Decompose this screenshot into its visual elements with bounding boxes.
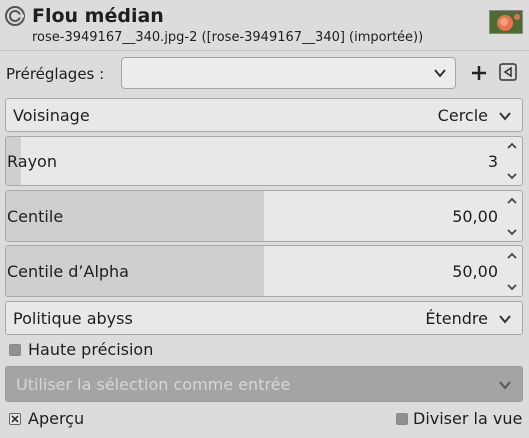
abyss-policy-combo[interactable]: Politique abyss Étendre [5,301,523,335]
image-thumbnail [489,10,523,34]
selection-input-combo[interactable]: Utiliser la sélection comme entrée [5,366,523,402]
chevron-down-icon[interactable] [506,171,518,181]
preview-checkbox[interactable] [9,413,21,425]
percentile-spin-scale[interactable]: Centile 50,00 [5,190,523,242]
abyss-policy-value: Étendre [425,309,488,328]
split-view-checkbox[interactable] [396,413,408,425]
radius-value: 3 [487,152,498,171]
add-preset-button[interactable] [468,62,490,84]
dialog-title: Flou médian [32,5,164,27]
chevron-down-icon [499,381,511,390]
radius-stepper[interactable] [502,137,522,185]
header-divider [0,50,529,51]
neighborhood-label: Voisinage [13,106,90,125]
radius-spin-scale[interactable]: Rayon 3 [5,136,523,186]
alpha-percentile-stepper[interactable] [502,246,522,296]
chevron-down-icon [434,69,446,78]
chevron-down-icon[interactable] [506,227,518,237]
gimp-filter-icon [5,6,25,26]
alpha-percentile-spin-scale[interactable]: Centile d’Alpha 50,00 [5,245,523,297]
percentile-label: Centile [7,207,64,226]
chevron-down-icon[interactable] [506,282,518,292]
chevron-up-icon[interactable] [506,251,518,261]
preview-label[interactable]: Aperçu [28,409,84,429]
high-precision-checkbox[interactable] [9,344,21,356]
chevron-up-icon[interactable] [506,196,518,206]
chevron-down-icon [499,315,511,324]
radius-label: Rayon [7,152,57,171]
chevron-up-icon[interactable] [506,141,518,151]
presets-label: Préréglages : [6,65,105,83]
abyss-policy-label: Politique abyss [13,309,133,328]
alpha-percentile-value: 50,00 [452,262,498,281]
neighborhood-combo[interactable]: Voisinage Cercle [5,98,523,132]
chevron-down-icon [499,112,511,121]
high-precision-label[interactable]: Haute précision [28,340,153,360]
selection-input-label: Utiliser la sélection comme entrée [16,375,291,394]
checkmark-x-icon [11,415,19,423]
preset-menu-button[interactable] [498,62,518,82]
percentile-value: 50,00 [452,207,498,226]
alpha-percentile-label: Centile d’Alpha [7,262,129,281]
percentile-stepper[interactable] [502,191,522,241]
presets-combo[interactable] [121,57,456,89]
neighborhood-value: Cercle [437,106,488,125]
split-view-label[interactable]: Diviser la vue [413,409,522,429]
rose-thumbnail-icon [490,11,522,33]
dialog-subtitle: rose-3949167__340.jpg-2 ([rose-3949167__… [32,30,424,45]
